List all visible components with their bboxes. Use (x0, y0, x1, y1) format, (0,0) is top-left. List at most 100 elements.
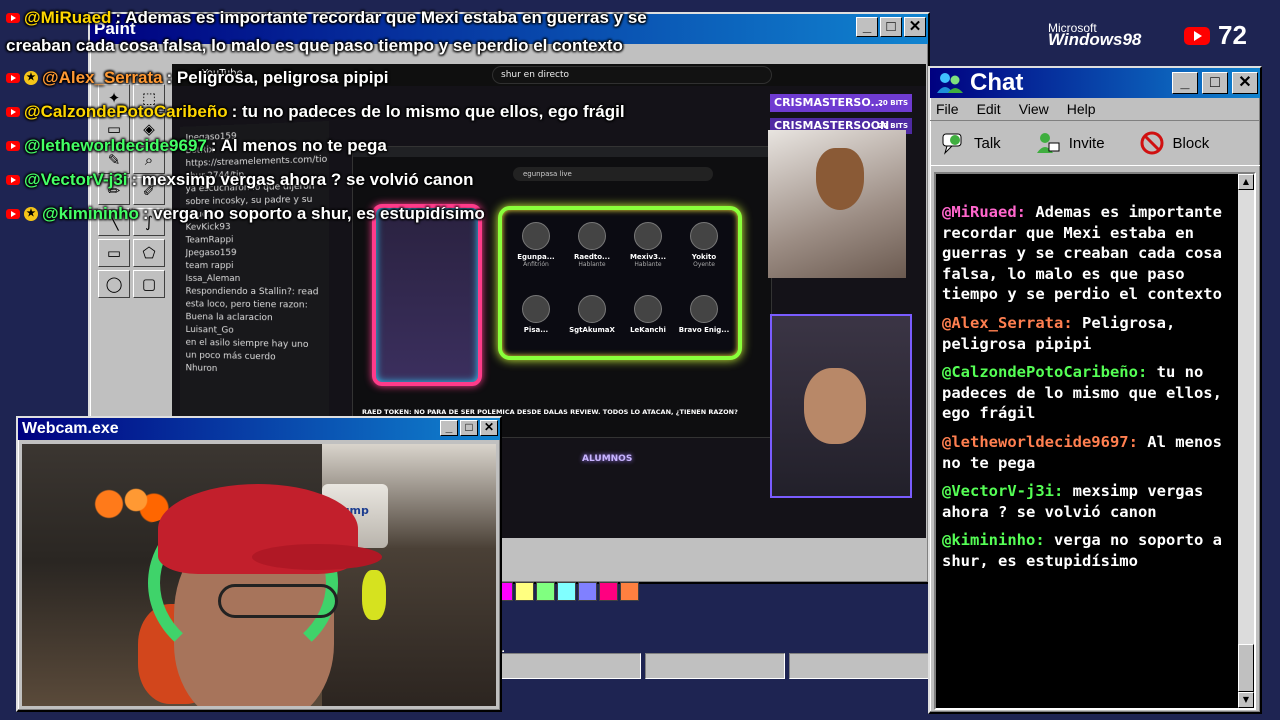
speaker-name: Bravo Enig... (678, 325, 730, 334)
dog-image (768, 130, 906, 278)
member-star-icon: ★ (24, 207, 38, 221)
figurine (362, 570, 386, 620)
overlay-chat-line: ★ @Alex_Serrata: Peligrosa, peligrosa pip… (6, 68, 389, 88)
overlay-chat-line: creaban cada cosa falsa, lo malo es que … (6, 36, 623, 56)
polygon-tool-icon[interactable]: ⬠ (133, 239, 165, 267)
maximize-button[interactable]: □ (460, 420, 478, 436)
menu-help[interactable]: Help (1067, 101, 1096, 117)
scroll-up-icon[interactable]: ▲ (1238, 174, 1254, 190)
chat-menubar: File Edit View Help (930, 98, 1260, 120)
inner-search-input: egunpasa live (513, 167, 713, 181)
speaker-name: Mexiv3... (629, 253, 667, 261)
overlay-message: : Ademas es importante recordar que Mexi… (115, 8, 647, 27)
speaker-name: SgtAkumaX (569, 325, 615, 334)
overlay-message: : tu no padeces de lo mismo que ellos, e… (231, 102, 625, 121)
glasses (218, 584, 338, 618)
speaker-role: Hablante (634, 261, 662, 268)
speaker-tile: Yokito Oyente (676, 222, 732, 287)
palette-swatch[interactable] (536, 582, 555, 601)
close-button[interactable]: ✕ (1232, 72, 1258, 94)
webcam-feed: Trump (22, 444, 496, 706)
chat-toolbar: Talk Invite Block (930, 120, 1260, 166)
speaker-name: LeKanchi (630, 325, 666, 334)
stream-chat-line: Jpegaso159 (185, 248, 237, 259)
chat-username: @MiRuaed: (942, 203, 1026, 221)
stream-chat-line: team rappi (185, 261, 234, 272)
flowers (82, 484, 172, 524)
overlay-chat-line: @VectorV-j3i: mexsimp vergas ahora ? se … (6, 170, 474, 190)
dog-face (816, 148, 864, 210)
stream-chat-line: Nhuron (185, 363, 218, 375)
youtube-search-input[interactable]: shur en directo (492, 66, 772, 84)
chat-username: @letheworldecide9697: (942, 432, 1138, 451)
webcam-window: Webcam.exe _ □ ✕ Trump (16, 416, 502, 712)
speaker-role: Oyente (693, 261, 715, 268)
scroll-thumb[interactable] (1238, 644, 1254, 692)
bits-amount: 20 BITS (878, 99, 908, 107)
webcam-titlebar[interactable]: Webcam.exe _ □ ✕ (18, 418, 500, 440)
rectangle-tool-icon[interactable]: ▭ (98, 239, 130, 267)
menu-file[interactable]: File (936, 101, 959, 117)
stream-chat-line: TeamRappi (185, 235, 234, 246)
bits-alert: CRISMASTERSO... 20 BITS (770, 94, 912, 112)
invite-icon (1036, 133, 1060, 153)
palette-swatch[interactable] (578, 582, 597, 601)
menu-view[interactable]: View (1019, 101, 1049, 117)
member-star-icon: ★ (24, 71, 38, 85)
palette-swatch[interactable] (599, 582, 618, 601)
rounded-rect-tool-icon[interactable]: ▢ (133, 270, 165, 298)
chat-scrollbar[interactable]: ▲ ▼ (1238, 174, 1254, 708)
speaker-role: Anfitrión (523, 261, 549, 268)
close-button[interactable]: ✕ (480, 420, 498, 436)
minimize-button[interactable]: _ (440, 420, 458, 436)
minimize-button[interactable]: _ (856, 17, 878, 37)
chat-message-list: @MiRuaed: Ademas es importante recordar … (936, 198, 1240, 580)
chat-message: @letheworldecide9697: Al menos no te peg… (942, 432, 1236, 473)
ellipse-tool-icon[interactable]: ◯ (98, 270, 130, 298)
overlay-username: @Alex_Serrata (42, 68, 163, 87)
palette-swatch[interactable] (620, 582, 639, 601)
talk-icon (942, 133, 962, 155)
viewer-counter: 72 (1184, 20, 1247, 51)
guest-head (804, 368, 866, 444)
chat-message: @VectorV-j3i: mexsimp vergas ahora ? se … (942, 481, 1236, 522)
invite-label: Invite (1068, 134, 1105, 152)
chat-message: @MiRuaed: Ademas es importante recordar … (942, 202, 1236, 305)
bits-user: CRISMASTERSO... (774, 96, 883, 109)
maximize-button[interactable]: □ (1202, 72, 1228, 94)
chat-messages-pane[interactable]: @MiRuaed: Ademas es importante recordar … (934, 172, 1256, 710)
menu-edit[interactable]: Edit (977, 101, 1001, 117)
minimize-button[interactable]: _ (1172, 72, 1198, 94)
chat-username: @kimininho: (942, 531, 1045, 550)
speaker-avatar (578, 294, 606, 323)
invite-button[interactable]: Invite (1035, 131, 1105, 155)
close-button[interactable]: ✕ (904, 17, 926, 37)
stream-chat-line: en el asilo siempre hay uno un poco más … (185, 337, 309, 363)
stream-chat-line: Issa_Aleman (185, 274, 241, 284)
speaker-name: Pisa... (523, 325, 549, 334)
maximize-button[interactable]: □ (880, 17, 902, 37)
chat-titlebar[interactable]: Chat _ □ ✕ (930, 68, 1260, 98)
speaker-tile: LeKanchi (620, 294, 676, 353)
overlay-username: @CalzondePotoCaribeño (24, 102, 228, 121)
overlay-chat-line: @MiRuaed: Ademas es importante recordar … (6, 8, 647, 28)
chat-username: @VectorV-j3i: (942, 482, 1064, 501)
talk-button[interactable]: Talk (940, 131, 1001, 155)
speaker-tile: Mexiv3... Hablante (620, 222, 676, 287)
block-icon (1140, 131, 1164, 155)
palette-swatch[interactable] (515, 582, 534, 601)
scroll-down-icon[interactable]: ▼ (1238, 692, 1254, 708)
block-button[interactable]: Block (1139, 131, 1210, 155)
stream-caption: RAED TOKEN: NO PARA DE SER POLEMICA DESD… (362, 408, 738, 416)
paint-window-controls: _ □ ✕ (856, 17, 926, 37)
overlay-message: creaban cada cosa falsa, lo malo es que … (6, 36, 623, 55)
youtube-icon (6, 107, 20, 117)
palette-swatch[interactable] (557, 582, 576, 601)
overlay-username: @letheworldecide9697 (24, 136, 207, 155)
chat-message: @Alex_Serrata: Peligrosa, peligrosa pipi… (942, 313, 1236, 354)
block-label: Block (1172, 134, 1210, 152)
paint-toolbox: ✦ ⬚ ▭ ◈ ✎ ⌕ ✏ ✐ ╲ ∫ ▭ ⬠ ◯ ▢ (98, 84, 166, 374)
overlay-chat-line: @letheworldecide9697: Al menos no te peg… (6, 136, 387, 156)
speaker-tile: Raedto... Hablante (564, 222, 620, 287)
overlay-message: : verga no soporto a shur, es estupidísi… (142, 204, 485, 223)
